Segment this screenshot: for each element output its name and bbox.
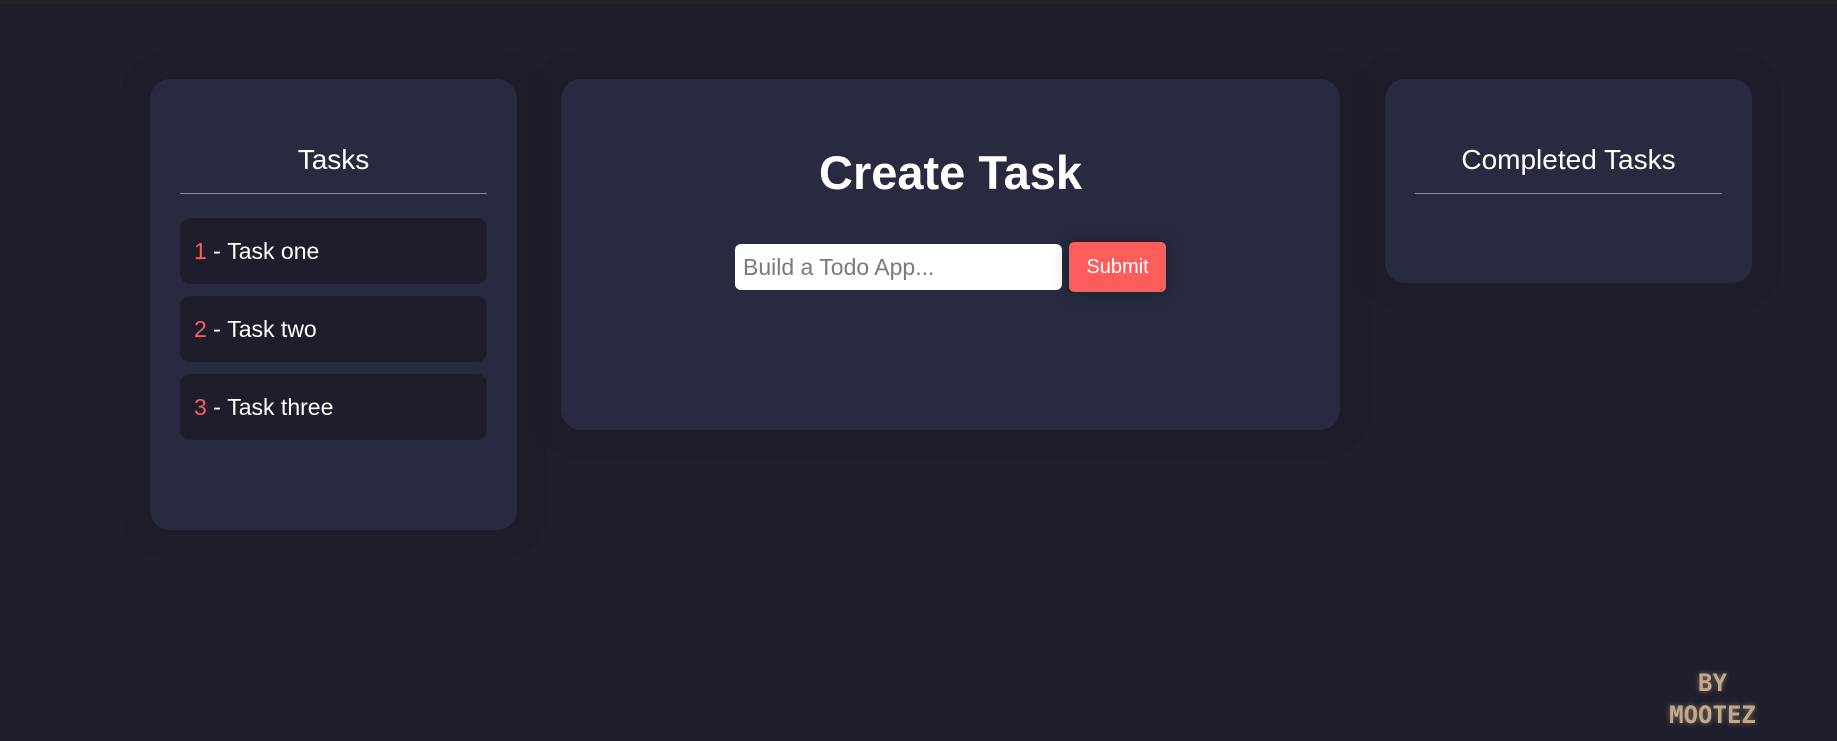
create-task-panel: Create Task Submit xyxy=(561,79,1340,430)
create-task-title: Create Task xyxy=(819,146,1082,199)
task-item-1[interactable]: 1 - Task one xyxy=(180,218,487,284)
credit-line-name: MOOTEZ xyxy=(1669,701,1756,729)
submit-button[interactable]: Submit xyxy=(1069,242,1166,292)
task-separator: - xyxy=(206,393,228,420)
tasks-divider xyxy=(180,193,487,194)
completed-tasks-title: Completed Tasks xyxy=(1461,144,1676,175)
completed-tasks-divider xyxy=(1415,193,1722,194)
task-label: Task three xyxy=(227,393,334,420)
tasks-title: Tasks xyxy=(297,144,370,175)
task-number: 3 xyxy=(194,393,207,420)
completed-tasks-panel: Completed Tasks xyxy=(1385,79,1752,283)
task-input[interactable] xyxy=(735,244,1062,290)
task-item-3[interactable]: 3 - Task three xyxy=(180,374,487,440)
credit-line-by: BY xyxy=(1698,669,1727,697)
window-top-strip xyxy=(0,0,1837,4)
task-label: Task two xyxy=(227,315,317,342)
task-number: 1 xyxy=(194,237,207,264)
tasks-panel: Tasks 1 - Task one 2 - Task two 3 - Task… xyxy=(150,79,517,530)
task-separator: - xyxy=(206,237,228,264)
task-number: 2 xyxy=(194,315,207,342)
task-item-2[interactable]: 2 - Task two xyxy=(180,296,487,362)
author-credit: BY MOOTEZ xyxy=(1650,667,1775,731)
task-label: Task one xyxy=(227,237,320,264)
task-list: 1 - Task one 2 - Task two 3 - Task three xyxy=(180,218,487,452)
task-separator: - xyxy=(206,315,228,342)
